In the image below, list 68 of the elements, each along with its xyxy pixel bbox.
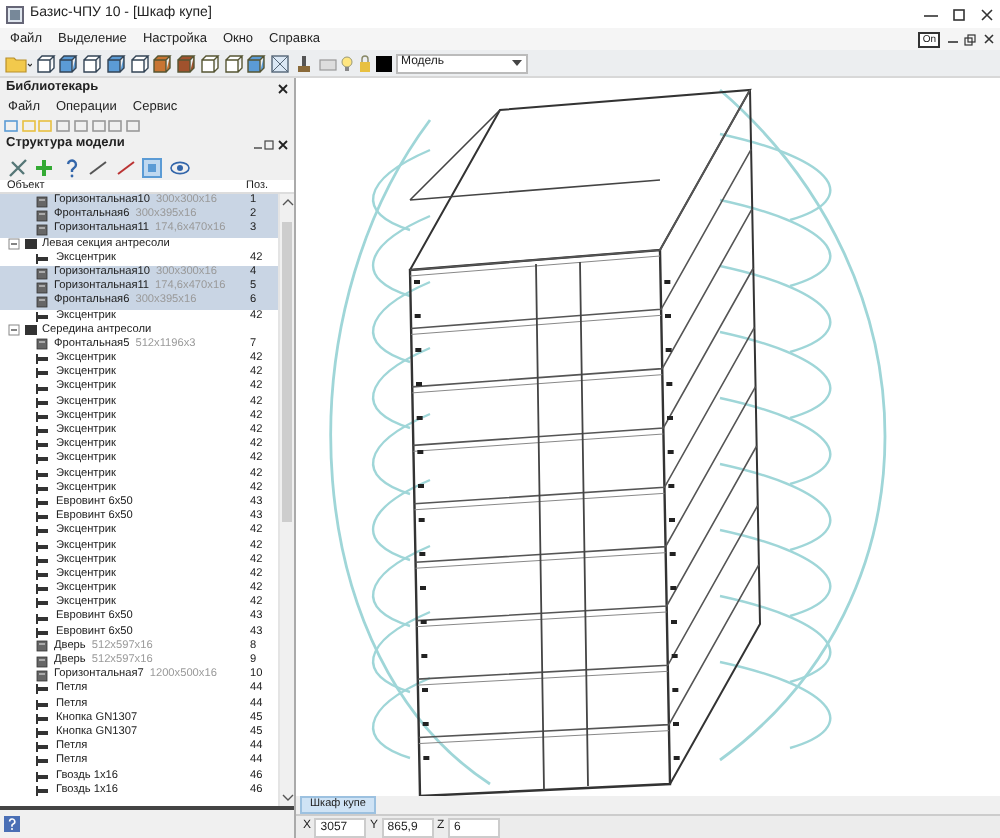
fastener-icon (36, 411, 50, 422)
cube-icon[interactable] (35, 53, 55, 73)
fastener-icon (36, 569, 50, 580)
close-icon[interactable] (983, 34, 993, 44)
cube-icon[interactable] (246, 53, 267, 73)
help-icon[interactable] (3, 816, 20, 832)
cube-icon[interactable] (199, 53, 220, 73)
fastener-icon (36, 555, 50, 566)
close-icon[interactable] (278, 139, 288, 149)
scrollbar[interactable] (278, 194, 294, 806)
block-icon (24, 238, 38, 251)
fastener-icon (36, 756, 50, 767)
fastener-icon (36, 498, 50, 509)
restore-icon[interactable] (964, 33, 976, 45)
fastener-icon (36, 354, 50, 365)
fastener-icon (36, 368, 50, 379)
fastener-icon (36, 512, 50, 523)
fastener-icon (36, 483, 50, 494)
fastener-icon (36, 627, 50, 638)
bulb-icon[interactable] (340, 53, 355, 73)
cube-icon[interactable] (129, 53, 149, 73)
line-icon[interactable] (88, 157, 108, 177)
cube-icon[interactable] (105, 53, 126, 73)
plus-icon[interactable] (34, 157, 54, 177)
fastener-icon (36, 440, 50, 451)
maximize-icon[interactable] (264, 139, 275, 149)
app-icon (6, 5, 24, 23)
fastener-icon (36, 426, 50, 437)
fastener-icon (36, 742, 50, 753)
fastener-icon (36, 713, 50, 724)
close-icon[interactable] (278, 83, 288, 93)
eye-icon[interactable] (169, 157, 189, 177)
fastener-icon (36, 397, 50, 408)
fastener-icon (36, 383, 50, 394)
fastener-icon (36, 771, 50, 782)
fastener-icon (36, 684, 50, 695)
brush-icon[interactable] (293, 53, 314, 73)
fastener-icon (36, 584, 50, 595)
question-icon[interactable] (61, 157, 81, 177)
fastener-icon (36, 253, 50, 264)
maximize-icon[interactable] (951, 7, 965, 21)
collapse-icon[interactable] (8, 238, 20, 251)
cube-icon[interactable] (82, 53, 102, 73)
fastener-icon (36, 613, 50, 624)
scroll-up-icon[interactable] (281, 198, 293, 206)
panel-icon (36, 338, 48, 351)
fastener-icon (36, 541, 50, 552)
fastener-icon (36, 699, 50, 710)
cube-icon[interactable] (223, 53, 243, 73)
collapse-icon[interactable] (8, 324, 20, 337)
frame-icon[interactable] (142, 157, 162, 177)
cube-icon[interactable] (152, 53, 173, 73)
cube-icon[interactable] (58, 53, 79, 73)
fastener-icon (36, 526, 50, 537)
fastener-icon (36, 785, 50, 796)
close-icon[interactable] (979, 7, 993, 21)
scroll-down-icon[interactable] (281, 794, 293, 802)
fastener-icon (36, 311, 50, 322)
fastener-icon (36, 598, 50, 609)
layer-color-swatch[interactable] (375, 55, 392, 71)
caret-icon[interactable] (511, 60, 521, 66)
line-icon[interactable] (115, 157, 135, 177)
cube-icon[interactable] (176, 53, 196, 73)
scrollbar-thumb[interactable] (282, 222, 292, 522)
fastener-icon (36, 728, 50, 739)
fastener-icon (36, 469, 50, 480)
fastener-icon (36, 454, 50, 465)
block-icon (24, 324, 38, 337)
